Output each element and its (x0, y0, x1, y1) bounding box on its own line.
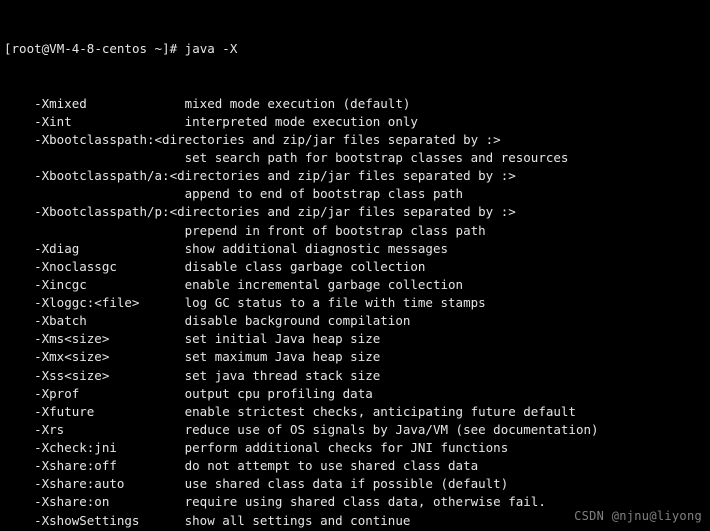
option-row: -Xmixed mixed mode execution (default)-X… (4, 95, 706, 113)
option-row: -Xint interpreted mode execution only-Xi… (4, 113, 706, 131)
prompt-cwd: ~ (155, 41, 163, 56)
prompt-command: java -X (185, 41, 238, 56)
option-row: -Xloggc:<file> log GC status to a file w… (4, 294, 706, 312)
prompt-close: ] (162, 41, 170, 56)
prompt-user: [ (4, 41, 12, 56)
prompt-host: VM-4-8-centos (49, 41, 147, 56)
option-row: -Xrs reduce use of OS signals by Java/VM… (4, 421, 706, 439)
option-row: -Xms<size> set initial Java heap size-Xm… (4, 330, 706, 348)
option-row: -Xprof output cpu profiling data-Xprofou… (4, 385, 706, 403)
terminal[interactable]: [root@VM-4-8-centos ~]# java -X -Xmixed … (0, 0, 710, 531)
option-row: -Xshare:off do not attempt to use shared… (4, 457, 706, 475)
prompt-symbol: # (170, 41, 178, 56)
watermark: CSDN @njnu@liyong (574, 508, 702, 525)
option-row: -Xbatch disable background compilation-X… (4, 312, 706, 330)
prompt-space (147, 41, 155, 56)
option-row: -Xbootclasspath/a:<directories and zip/j… (4, 167, 706, 185)
prompt-line: [root@VM-4-8-centos ~]# java -X (4, 40, 706, 58)
prompt-user-name: root (12, 41, 42, 56)
option-row: -Xshare:auto use shared class data if po… (4, 475, 706, 493)
option-row: -Xbootclasspath/p:<directories and zip/j… (4, 203, 706, 221)
option-row: append to end of bootstrap class pathapp… (4, 185, 706, 203)
option-row: -Xss<size> set java thread stack size-Xs… (4, 367, 706, 385)
option-row: -Xdiag show additional diagnostic messag… (4, 240, 706, 258)
option-row: set search path for bootstrap classes an… (4, 149, 706, 167)
option-row: -Xnoclassgc disable class garbage collec… (4, 258, 706, 276)
option-row: -Xincgc enable incremental garbage colle… (4, 276, 706, 294)
option-row: -Xbootclasspath:<directories and zip/jar… (4, 131, 706, 149)
option-row: prepend in front of bootstrap class path… (4, 222, 706, 240)
prompt-gap (177, 41, 185, 56)
option-row: -Xmx<size> set maximum Java heap size-Xm… (4, 348, 706, 366)
options-block: -Xmixed mixed mode execution (default)-X… (4, 95, 706, 531)
option-row: -Xfuture enable strictest checks, antici… (4, 403, 706, 421)
option-row: -Xcheck:jni perform additional checks fo… (4, 439, 706, 457)
